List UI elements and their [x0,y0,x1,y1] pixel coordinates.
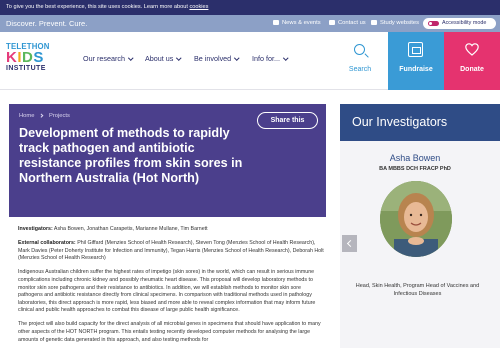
carousel-prev-button[interactable] [342,235,357,252]
nav-our-research[interactable]: Our research [83,54,134,63]
breadcrumb-projects[interactable]: Projects [49,113,70,119]
telethon-kids-logo[interactable]: TELETHON KIDS INSTITUTE [6,42,58,72]
nav-be-involved[interactable]: Be involved [194,54,240,63]
investigator-card: Asha Bowen BA MBBS DCH FRACP PhD Head, S… [340,141,500,348]
chevron-left-icon [346,239,355,248]
nav-about-us[interactable]: About us [145,54,182,63]
site-header: TELETHON KIDS INSTITUTE Our research Abo… [0,32,500,90]
investigators-heading: Our Investigators [340,104,500,141]
utility-bar: Discover. Prevent. Cure. News & events C… [0,15,500,32]
fundraise-icon [408,42,423,57]
investigators-line: Investigators: Asha Bowen, Jonathan Cara… [18,226,208,232]
page-title: Development of methods to rapidly track … [19,126,243,185]
news-events-link[interactable]: News & events [273,15,321,32]
cookie-banner: To give you the best experience, this si… [0,0,500,15]
fundraise-button[interactable]: Fundraise [388,32,444,90]
chevron-down-icon [128,54,134,60]
heart-icon [465,43,479,56]
collaborators-line: External collaborators: Phil Giffard (Me… [18,240,324,262]
investigators-panel: Our Investigators Asha Bowen BA MBBS DCH… [340,104,500,348]
contact-us-link[interactable]: Contact us [329,15,366,32]
paragraph: The project will also build capacity for… [18,321,321,343]
chevron-right-icon [39,112,44,117]
chevron-down-icon [234,54,240,60]
tagline: Discover. Prevent. Cure. [6,19,88,28]
chevron-down-icon [176,54,182,60]
chevron-down-icon [283,54,289,60]
study-websites-link[interactable]: Study websites [371,15,419,32]
search-button[interactable]: Search [332,32,388,90]
share-button[interactable]: Share this [257,112,318,129]
investigator-photo[interactable] [380,181,452,257]
breadcrumb: Home Projects [19,112,70,119]
breadcrumb-home[interactable]: Home [19,113,34,119]
paragraph: Indigenous Australian children suffer th… [18,269,316,314]
project-description: Investigators: Asha Bowen, Jonathan Cara… [18,226,325,348]
cookie-banner-text: To give you the best experience, this si… [6,4,190,10]
investigator-role: Head, Skin Health, Program Head of Vacci… [355,283,480,297]
news-icon [273,19,279,25]
nav-info-for[interactable]: Info for... [252,54,289,63]
project-header-card: Home Projects Share this Development of m… [9,104,326,217]
search-icon [354,44,365,55]
portrait-illustration [380,181,452,257]
cookie-link[interactable]: cookies [189,4,208,10]
toggle-switch-icon [428,21,439,26]
mail-icon [329,19,335,25]
globe-icon [371,19,377,25]
investigator-name[interactable]: Asha Bowen [340,153,490,163]
donate-button[interactable]: Donate [444,32,500,90]
accessibility-mode-toggle[interactable]: Accessibility mode [423,18,496,29]
investigator-qualifications: BA MBBS DCH FRACP PhD [379,166,451,172]
logo-kids-wordmark: KIDS [6,49,44,66]
